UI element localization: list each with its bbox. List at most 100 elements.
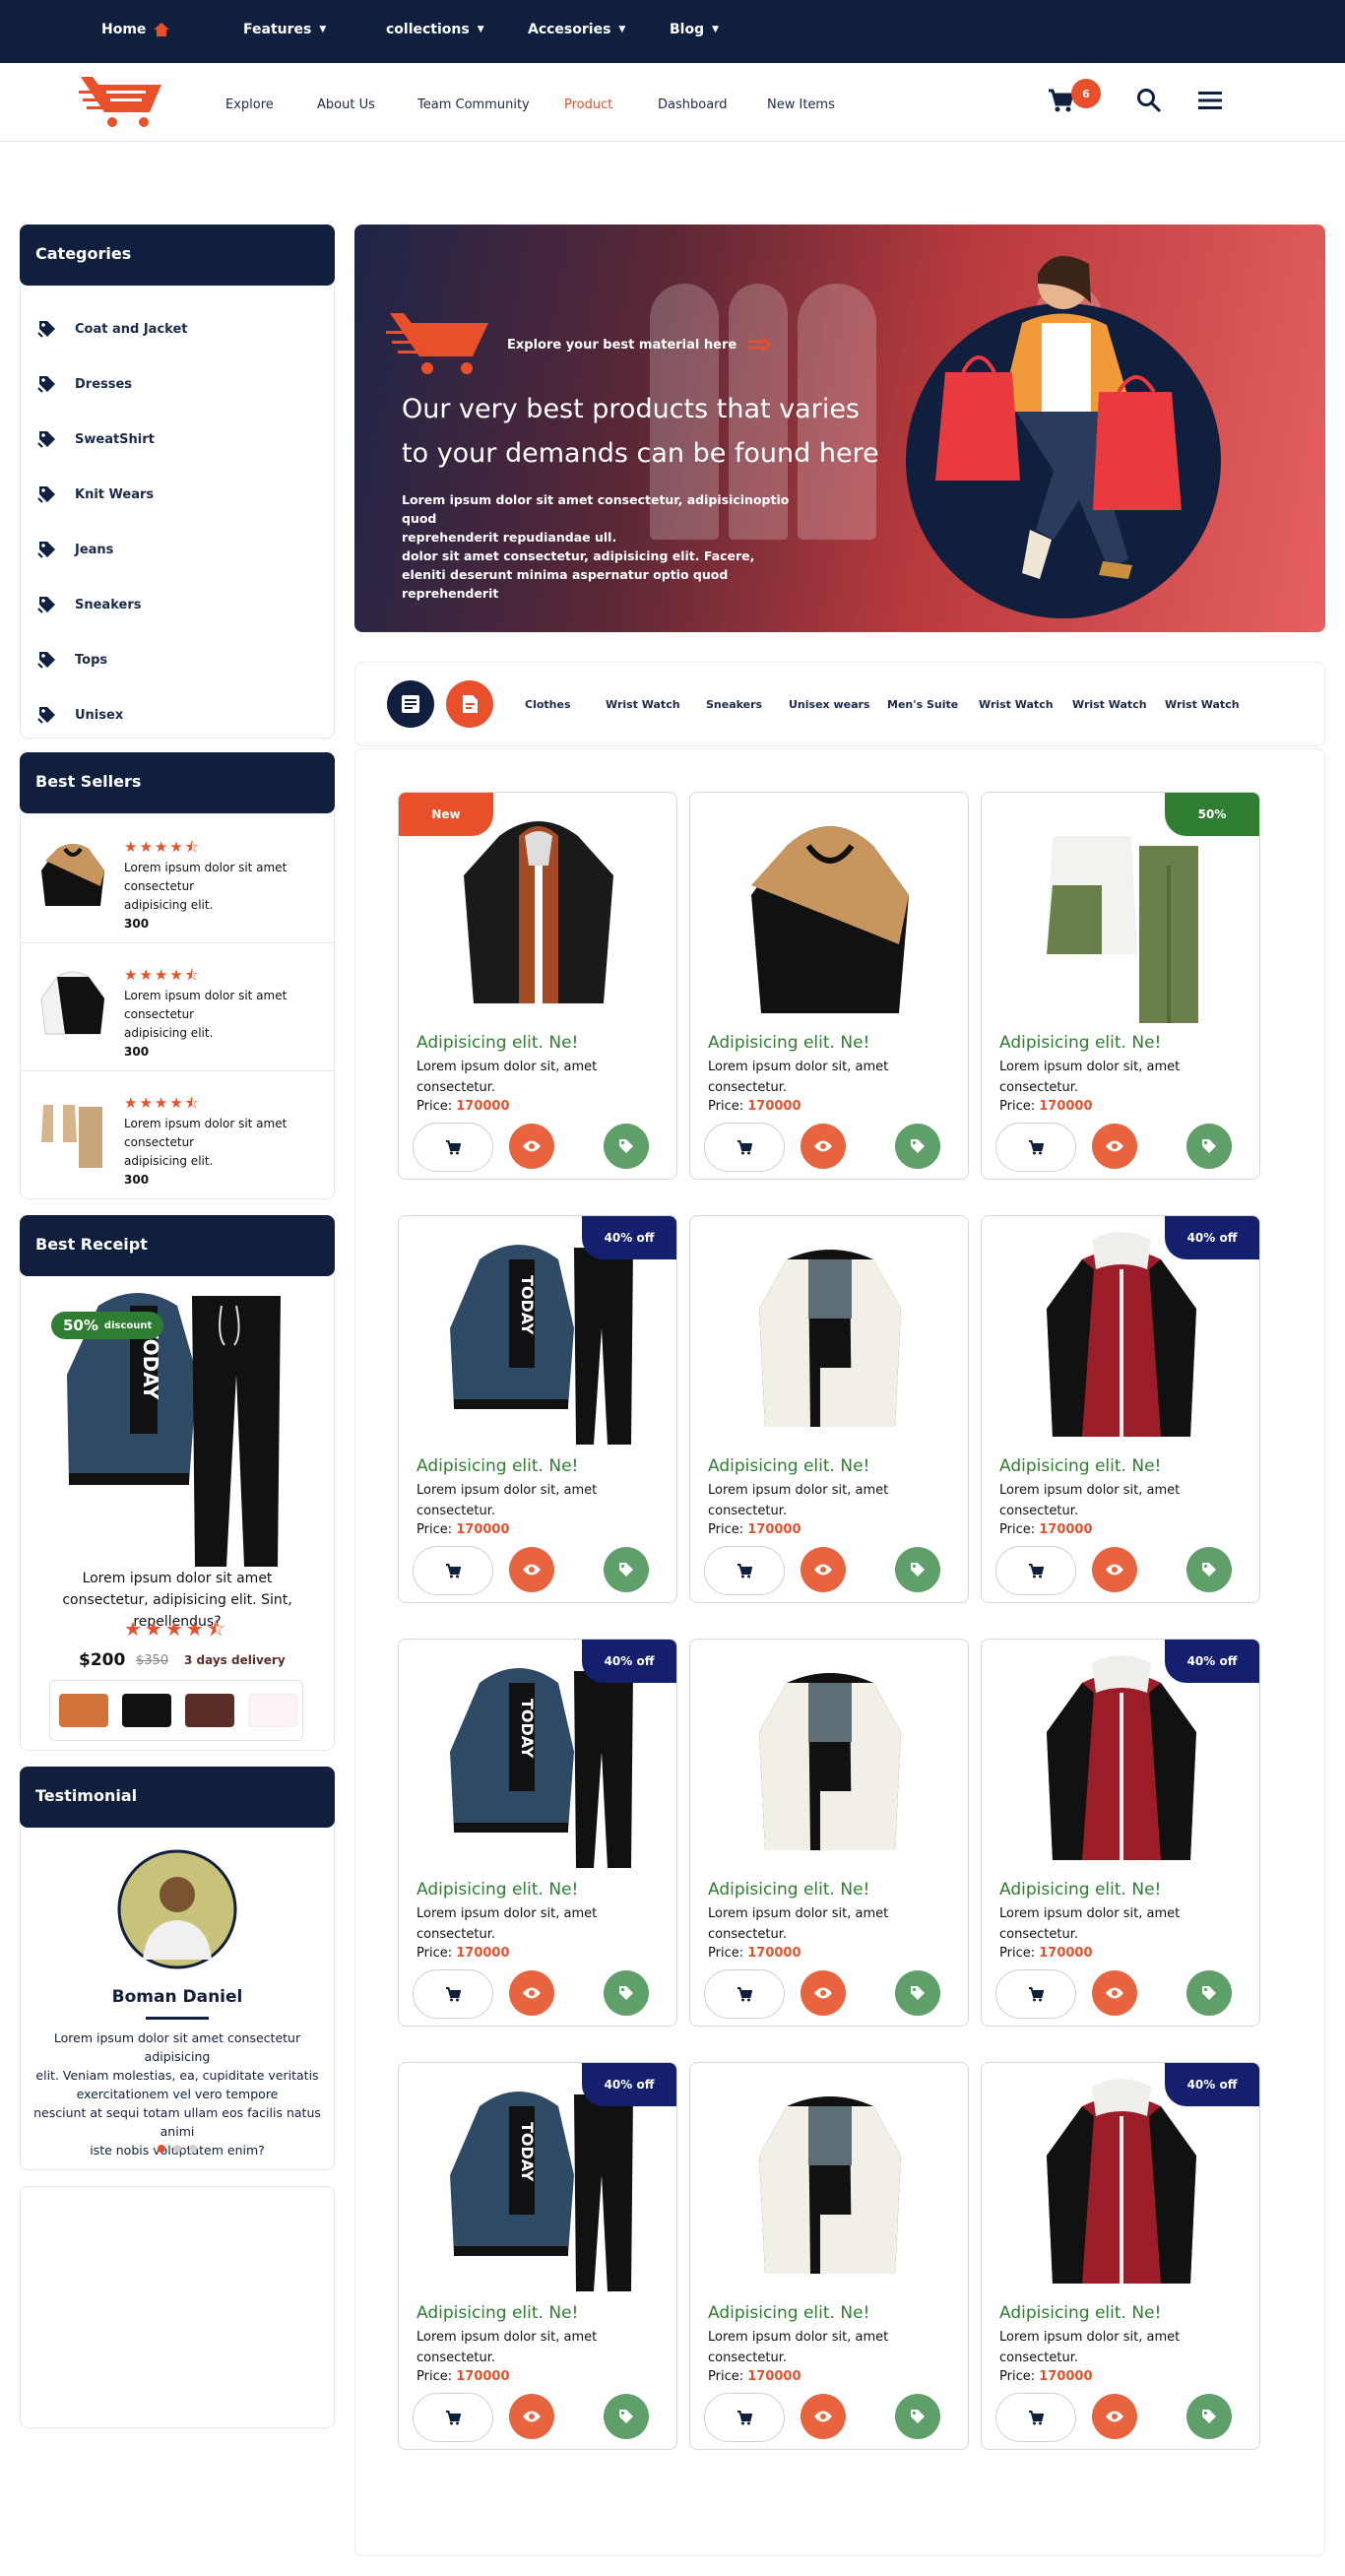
- add-to-cart-button[interactable]: [413, 1123, 493, 1172]
- quick-view-button[interactable]: [801, 1970, 846, 2016]
- tag-button[interactable]: [895, 1547, 940, 1592]
- nav-product[interactable]: Product: [564, 97, 612, 112]
- color-swatch[interactable]: [185, 1694, 234, 1727]
- category-item[interactable]: Coat and Jacket: [37, 319, 188, 339]
- product-card[interactable]: 40% off Adipisicing elit. Ne! Lorem ipsum …: [981, 2062, 1260, 2450]
- nav-about-us[interactable]: About Us: [317, 97, 375, 112]
- carousel-dot[interactable]: [189, 2145, 197, 2153]
- topnav-blog[interactable]: Blog ▼: [670, 22, 719, 37]
- category-item[interactable]: Knit Wears: [37, 484, 154, 504]
- filter-tab-clothes[interactable]: Clothes: [525, 698, 571, 711]
- product-desc-line: consectetur.: [999, 1927, 1078, 1942]
- carousel-dot-active[interactable]: [158, 2145, 165, 2153]
- add-to-cart-button[interactable]: [704, 1123, 785, 1172]
- add-to-cart-button[interactable]: [413, 1969, 493, 2019]
- product-card[interactable]: 40% off Adipisicing elit. Ne! Lorem ipsum …: [981, 1639, 1260, 2027]
- product-card[interactable]: TODAY 40% off Adipisicing elit. Ne! Lorem i…: [398, 1639, 677, 2027]
- product-description: Lorem ipsum dolor sit, amet consectetur.: [999, 1057, 1246, 1098]
- best-seller-item[interactable]: ★★★★⯪ Lorem ipsum dolor sit amet consect…: [20, 817, 335, 943]
- eye-icon: [814, 1987, 832, 1999]
- product-card[interactable]: 40% off Adipisicing elit. Ne! Lorem ipsum …: [981, 1215, 1260, 1603]
- filter-tab-unisex-wears[interactable]: Unisex wears: [789, 698, 869, 711]
- category-item[interactable]: Tops: [37, 650, 107, 670]
- filter-tab-sneakers[interactable]: Sneakers: [706, 698, 762, 711]
- tag-icon: [911, 1139, 925, 1153]
- topnav-accesories[interactable]: Accesories ▼: [528, 22, 625, 37]
- add-to-cart-button[interactable]: [995, 1969, 1076, 2019]
- add-to-cart-button[interactable]: [413, 2393, 493, 2442]
- quick-view-button[interactable]: [801, 1547, 846, 1592]
- filter-tab-wrist-watch[interactable]: Wrist Watch: [1165, 698, 1240, 711]
- quick-view-button[interactable]: [801, 1124, 846, 1169]
- nav-explore[interactable]: Explore: [225, 97, 274, 112]
- category-item[interactable]: SweatShirt: [37, 429, 155, 449]
- search-icon[interactable]: [1136, 88, 1162, 113]
- add-to-cart-button[interactable]: [704, 1546, 785, 1595]
- nav-team-community[interactable]: Team Community: [417, 97, 530, 112]
- tag-button[interactable]: [895, 2394, 940, 2439]
- filter-tab-wrist-watch[interactable]: Wrist Watch: [606, 698, 680, 711]
- price-value: 170000: [1039, 2369, 1093, 2384]
- quick-view-button[interactable]: [1092, 1124, 1137, 1169]
- tag-button[interactable]: [604, 1124, 649, 1169]
- add-to-cart-button[interactable]: [995, 2393, 1076, 2442]
- filter-tab-wrist-watch[interactable]: Wrist Watch: [1072, 698, 1147, 711]
- product-card[interactable]: Adipisicing elit. Ne! Lorem ipsum dolor s…: [689, 1639, 969, 2027]
- quick-view-button[interactable]: [509, 1970, 554, 2016]
- add-to-cart-button[interactable]: [413, 1546, 493, 1595]
- cart-logo-icon[interactable]: [79, 71, 163, 130]
- product-card[interactable]: Adipisicing elit. Ne! Lorem ipsum dolor s…: [689, 792, 969, 1180]
- topnav-collections[interactable]: collections ▼: [386, 22, 484, 37]
- tag-button[interactable]: [1186, 1124, 1232, 1169]
- category-item[interactable]: Jeans: [37, 540, 113, 559]
- category-item[interactable]: Unisex: [37, 705, 123, 725]
- tag-button[interactable]: [604, 2394, 649, 2439]
- product-card[interactable]: TODAY 40% off Adipisicing elit. Ne! Lorem i…: [398, 1215, 677, 1603]
- quick-view-button[interactable]: [1092, 1547, 1137, 1592]
- product-card[interactable]: TODAY 40% off Adipisicing elit. Ne! Lorem i…: [398, 2062, 677, 2450]
- product-card[interactable]: New Adipisicing elit. Ne! Lorem ipsum dolo…: [398, 792, 677, 1180]
- add-to-cart-button[interactable]: [704, 1969, 785, 2019]
- best-seller-item[interactable]: ★★★★⯪ Lorem ipsum dolor sit amet consect…: [20, 1073, 335, 1199]
- tag-button[interactable]: [1186, 1547, 1232, 1592]
- nav-dashboard[interactable]: Dashboard: [658, 97, 728, 112]
- cart-icon: [737, 2411, 752, 2425]
- add-to-cart-button[interactable]: [995, 1546, 1076, 1595]
- product-card[interactable]: Adipisicing elit. Ne! Lorem ipsum dolor s…: [689, 2062, 969, 2450]
- hero-kicker[interactable]: Explore your best material here: [507, 337, 773, 353]
- tag-button[interactable]: [895, 1970, 940, 2016]
- category-item[interactable]: Dresses: [37, 374, 132, 394]
- tag-button[interactable]: [604, 1547, 649, 1592]
- quick-view-button[interactable]: [801, 2394, 846, 2439]
- color-swatch[interactable]: [59, 1694, 108, 1727]
- cart-icon[interactable]: [1048, 88, 1073, 113]
- quick-view-button[interactable]: [1092, 1970, 1137, 2016]
- topnav-features[interactable]: Features ▼: [243, 22, 326, 37]
- add-to-cart-button[interactable]: [704, 2393, 785, 2442]
- grid-view-button[interactable]: [446, 680, 493, 728]
- color-swatch[interactable]: [122, 1694, 171, 1727]
- best-seller-item[interactable]: ★★★★⯪ Lorem ipsum dolor sit amet consect…: [20, 945, 335, 1071]
- product-card[interactable]: Adipisicing elit. Ne! Lorem ipsum dolor s…: [689, 1215, 969, 1603]
- add-to-cart-button[interactable]: [995, 1123, 1076, 1172]
- tag-button[interactable]: [895, 1124, 940, 1169]
- quick-view-button[interactable]: [509, 1124, 554, 1169]
- tag-button[interactable]: [1186, 2394, 1232, 2439]
- topnav-home[interactable]: Home: [101, 22, 170, 37]
- product-card[interactable]: 50% Adipisicing elit. Ne! Lorem ipsum dolo…: [981, 792, 1260, 1180]
- tag-button[interactable]: [604, 1970, 649, 2016]
- product-price: Price: 170000: [999, 1522, 1093, 1537]
- nav-new-items[interactable]: New Items: [767, 97, 835, 112]
- tag-button[interactable]: [1186, 1970, 1232, 2016]
- carousel-dot[interactable]: [173, 2145, 181, 2153]
- quick-view-button[interactable]: [509, 2394, 554, 2439]
- product-image: [751, 826, 909, 1013]
- list-view-button[interactable]: [387, 680, 434, 728]
- quick-view-button[interactable]: [509, 1547, 554, 1592]
- filter-tab-wrist-watch[interactable]: Wrist Watch: [979, 698, 1054, 711]
- category-item[interactable]: Sneakers: [37, 595, 141, 614]
- quick-view-button[interactable]: [1092, 2394, 1137, 2439]
- hamburger-menu-icon[interactable]: [1197, 91, 1223, 110]
- color-swatch[interactable]: [248, 1694, 297, 1727]
- filter-tab-mens-suite[interactable]: Men's Suite: [887, 698, 958, 711]
